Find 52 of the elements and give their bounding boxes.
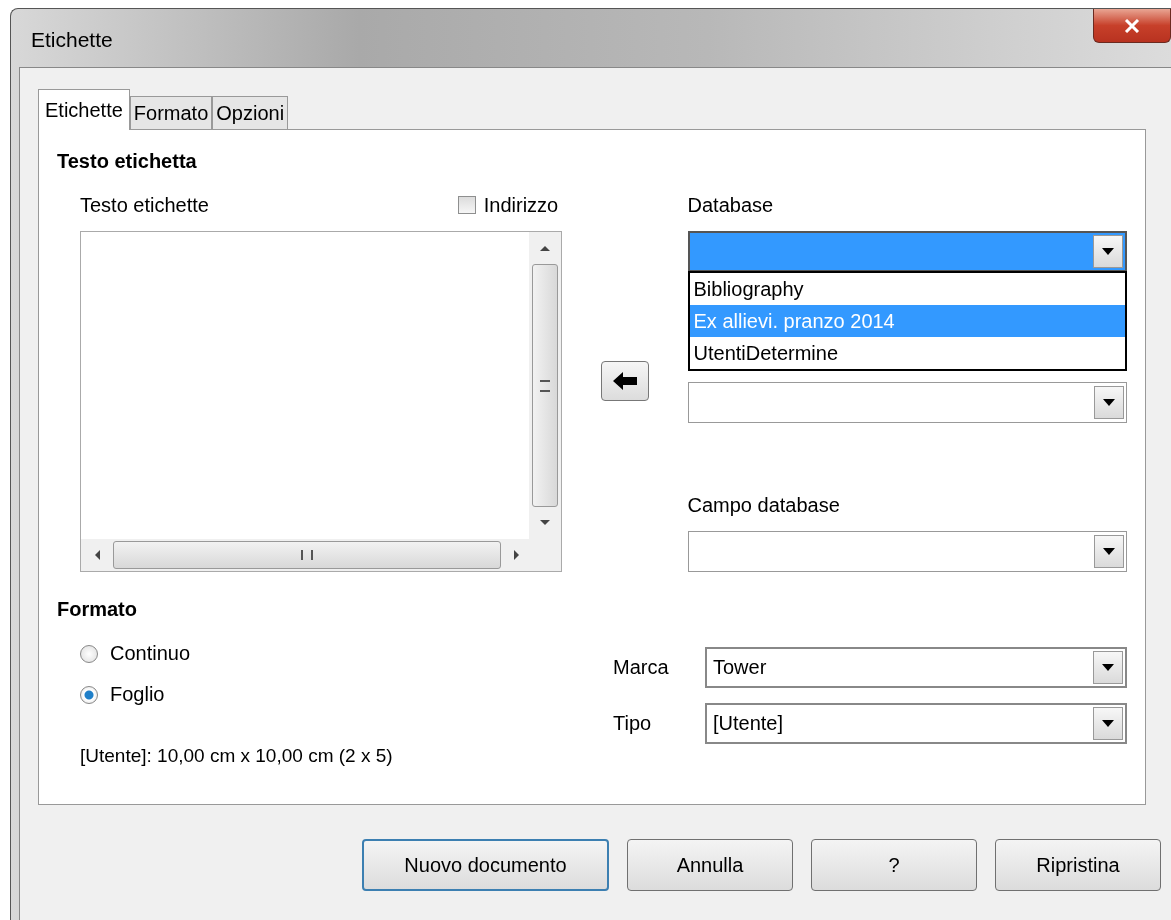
checkbox-label: Indirizzo xyxy=(483,193,559,217)
checkbox[interactable] xyxy=(457,196,476,214)
scroll-thumb[interactable] xyxy=(113,541,502,569)
radio-button[interactable] xyxy=(80,685,98,704)
field-label: Marca xyxy=(613,656,670,679)
caret-icon xyxy=(1103,399,1115,406)
dropdown-button[interactable] xyxy=(1093,235,1123,268)
dialog-button[interactable]: Nuovo documento xyxy=(362,839,609,891)
close-icon xyxy=(1124,18,1140,33)
radio-button[interactable] xyxy=(80,644,98,663)
database-dropdown[interactable] xyxy=(687,231,1127,272)
dialog-button[interactable]: Ripristina xyxy=(995,839,1161,891)
dropdown-button[interactable] xyxy=(1094,386,1124,419)
horizontal-scrollbar[interactable] xyxy=(81,539,562,571)
window-title: Etichette xyxy=(31,28,113,52)
left-arrow-icon xyxy=(611,371,638,391)
section-heading: Formato xyxy=(57,598,138,621)
field-label: Testo etichette xyxy=(80,193,209,217)
scroll-thumb[interactable] xyxy=(532,264,559,507)
radio-label: Continuo xyxy=(110,642,191,665)
type-dropdown[interactable]: [Utente] xyxy=(705,703,1127,744)
dropdown-value: [Utente] xyxy=(712,712,784,735)
radio-label: Foglio xyxy=(110,683,165,706)
right-arrow-icon[interactable] xyxy=(513,549,522,561)
caret-icon xyxy=(1102,664,1114,671)
tab[interactable]: Etichette xyxy=(38,89,130,130)
dropdown-button[interactable] xyxy=(1094,535,1124,568)
up-arrow-icon[interactable] xyxy=(539,244,552,252)
caret-icon xyxy=(1103,548,1115,555)
brand-dropdown[interactable]: Tower xyxy=(705,647,1127,688)
field-label: Database xyxy=(687,193,775,218)
database-field-dropdown[interactable] xyxy=(687,531,1127,572)
dropdown-button[interactable] xyxy=(1093,707,1123,740)
dropdown-option[interactable]: Bibliography xyxy=(689,273,1125,305)
vertical-scrollbar[interactable] xyxy=(529,232,562,539)
close-button[interactable] xyxy=(1093,9,1171,43)
tab[interactable]: Opzioni xyxy=(212,96,289,129)
field-label: Tipo xyxy=(613,712,653,735)
caret-icon xyxy=(1102,720,1114,727)
dialog-button[interactable]: ? xyxy=(811,839,977,891)
section-heading: Testo etichetta xyxy=(57,150,198,173)
tab[interactable]: Formato xyxy=(129,96,213,129)
dropdown-value: Tower xyxy=(712,656,767,679)
caret-icon xyxy=(1102,248,1114,255)
field-label: Campo database xyxy=(687,493,841,518)
down-arrow-icon[interactable] xyxy=(539,519,552,527)
dropdown-option[interactable]: UtentiDetermine xyxy=(689,337,1125,369)
insert-button[interactable] xyxy=(600,361,649,401)
left-arrow-icon[interactable] xyxy=(93,549,101,561)
dialog-button[interactable]: Annulla xyxy=(627,839,793,891)
label-size-text: [Utente]: 10,00 cm x 10,00 cm (2 x 5) xyxy=(80,745,394,767)
dropdown-button[interactable] xyxy=(1093,651,1123,684)
